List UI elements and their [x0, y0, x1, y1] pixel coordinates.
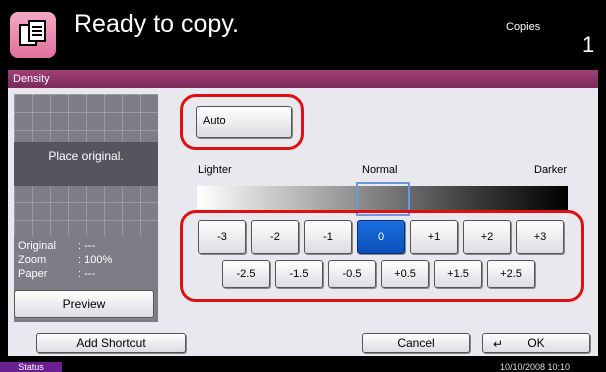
density-key-minus-2[interactable]: -2	[251, 220, 299, 254]
add-shortcut-button[interactable]: Add Shortcut	[36, 333, 186, 353]
enter-icon: ↵	[493, 337, 504, 351]
darker-label: Darker	[534, 164, 568, 176]
paper-value: : ---	[78, 268, 96, 280]
lighter-label: Lighter	[198, 164, 232, 176]
density-key-plus-3[interactable]: +3	[516, 220, 564, 254]
paper-label: Paper	[18, 268, 48, 280]
density-key-plus-2-5[interactable]: +2.5	[487, 260, 535, 288]
panel-title: Density	[8, 70, 598, 88]
ok-button[interactable]: ↵ OK	[482, 333, 590, 353]
density-key-0-selected[interactable]: 0	[357, 220, 405, 254]
density-key-plus-2[interactable]: +2	[463, 220, 511, 254]
auto-button[interactable]: Auto	[196, 106, 292, 138]
zoom-value: : 100%	[78, 254, 113, 266]
status-button[interactable]: Status	[0, 362, 62, 372]
density-key-minus-3[interactable]: -3	[198, 220, 246, 254]
status-title: Ready to copy.	[74, 10, 239, 38]
density-key-minus-2-5[interactable]: -2.5	[222, 260, 270, 288]
preview-button[interactable]: Preview	[14, 290, 154, 318]
original-label: Original	[18, 240, 56, 252]
preview-placeholder: Place original.	[14, 142, 158, 186]
cancel-button[interactable]: Cancel	[362, 333, 470, 353]
preview-pane: Place original. Original : --- Zoom : 10…	[14, 94, 158, 322]
zoom-label: Zoom	[18, 254, 47, 266]
ok-label: OK	[527, 336, 545, 350]
density-key-plus-1[interactable]: +1	[410, 220, 458, 254]
normal-label: Normal	[362, 164, 398, 176]
date-time: 10/10/2008 10:10	[500, 362, 571, 372]
density-key-minus-1-5[interactable]: -1.5	[275, 260, 323, 288]
density-key-plus-1-5[interactable]: +1.5	[434, 260, 482, 288]
density-key-plus-0-5[interactable]: +0.5	[381, 260, 429, 288]
copy-icon	[10, 12, 56, 58]
copies-label: Copies	[506, 21, 541, 33]
density-key-minus-0-5[interactable]: -0.5	[328, 260, 376, 288]
copies-count: 1	[582, 32, 595, 57]
density-key-minus-1[interactable]: -1	[304, 220, 352, 254]
original-value: : ---	[78, 240, 96, 252]
